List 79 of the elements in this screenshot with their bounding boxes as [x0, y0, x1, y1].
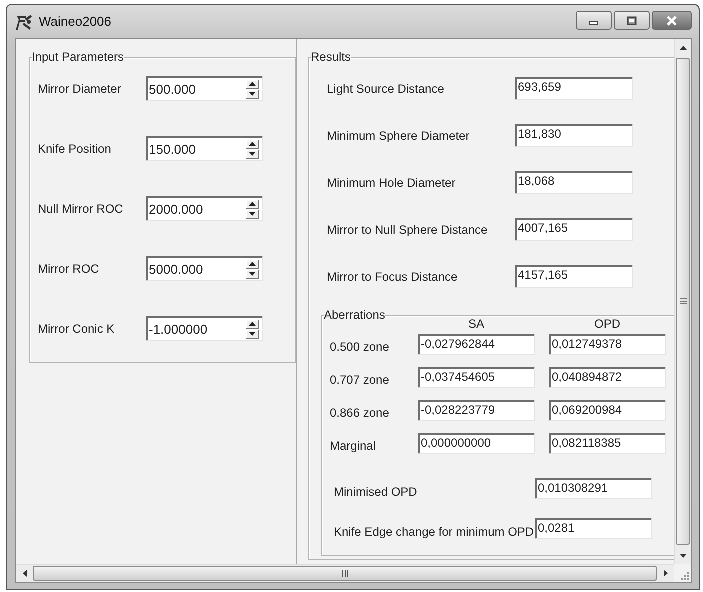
- down-arrow-icon: [249, 92, 256, 96]
- number-field[interactable]: 150.000: [146, 136, 263, 161]
- down-arrow-icon: [249, 212, 256, 216]
- up-arrow-icon: [249, 142, 256, 146]
- minimize-button[interactable]: [576, 11, 612, 30]
- resize-grip-icon: [680, 571, 689, 580]
- field-label: Minimum Hole Diameter: [327, 176, 457, 190]
- field-label: Mirror to Null Sphere Distance: [327, 222, 489, 236]
- scroll-thumb[interactable]: [676, 58, 690, 545]
- number-field[interactable]: 693,659: [515, 77, 633, 100]
- number-field[interactable]: 2000.000: [146, 196, 263, 221]
- scroll-up-icon: [680, 46, 686, 50]
- number-field[interactable]: -1.000000: [146, 316, 263, 341]
- field-label: Light Source Distance: [327, 82, 446, 96]
- group-title: Input Parameters: [32, 50, 124, 64]
- column-header: SA: [467, 316, 486, 330]
- field-label: Knife Position: [38, 142, 112, 156]
- maximize-button[interactable]: [614, 11, 650, 30]
- number-field[interactable]: -0,027962844: [418, 334, 535, 355]
- number-field[interactable]: 0,0281: [535, 518, 652, 539]
- number-field[interactable]: 18,068: [515, 171, 633, 194]
- window-title: Waineo2006: [39, 14, 112, 29]
- maximize-icon: [626, 16, 638, 26]
- close-icon: [666, 16, 678, 26]
- up-arrow-icon: [249, 322, 256, 326]
- row-label: 0.866 zone: [330, 404, 390, 420]
- number-field[interactable]: 0,010308291: [535, 478, 652, 499]
- horizontal-scrollbar[interactable]: [16, 564, 674, 582]
- field-label: Mirror ROC: [38, 262, 100, 276]
- number-field[interactable]: 0,012749378: [549, 334, 666, 355]
- field-label: Knife Edge change for minimum OPD: [334, 525, 535, 539]
- number-field[interactable]: 500.000: [146, 76, 263, 101]
- spin-down-button[interactable]: [246, 270, 259, 278]
- spin-down-button[interactable]: [246, 330, 259, 338]
- number-field[interactable]: 5000.000: [146, 256, 263, 281]
- number-field[interactable]: 0,000000000: [418, 433, 535, 454]
- number-field[interactable]: 4157,165: [515, 265, 633, 288]
- scroll-right-icon: [664, 570, 668, 577]
- spin-down-button[interactable]: [246, 210, 259, 218]
- number-field[interactable]: 4007,165: [515, 218, 633, 241]
- up-arrow-icon: [249, 202, 256, 206]
- scroll-left-icon: [22, 570, 26, 577]
- number-field[interactable]: 0,069200984: [549, 400, 666, 421]
- down-arrow-icon: [249, 332, 256, 336]
- spin-up-button[interactable]: [246, 200, 259, 208]
- up-arrow-icon: [249, 262, 256, 266]
- row-label: 0.707 zone: [330, 372, 390, 386]
- field-label: Null Mirror ROC: [38, 202, 124, 216]
- spin-down-button[interactable]: [246, 150, 259, 158]
- field-label: Mirror to Focus Distance: [327, 270, 459, 284]
- spin-up-button[interactable]: [246, 140, 259, 148]
- down-arrow-icon: [249, 152, 256, 156]
- number-field[interactable]: -0,037454605: [418, 367, 535, 388]
- spin-up-button[interactable]: [246, 320, 259, 328]
- grip-icon: [342, 570, 348, 577]
- spin-down-button[interactable]: [246, 90, 259, 98]
- grip-icon: [680, 298, 686, 305]
- up-arrow-icon: [249, 82, 256, 86]
- down-arrow-icon: [249, 272, 256, 276]
- column-header: OPD: [593, 316, 622, 330]
- scroll-thumb[interactable]: [33, 566, 657, 581]
- close-button[interactable]: [652, 11, 692, 30]
- number-field[interactable]: 0,040894872: [549, 367, 666, 388]
- vertical-scrollbar[interactable]: [674, 39, 691, 564]
- number-field[interactable]: 181,830: [515, 124, 633, 147]
- field-label: Minimised OPD: [334, 485, 418, 499]
- spin-up-button[interactable]: [246, 260, 259, 268]
- field-label: Mirror Diameter: [38, 82, 122, 96]
- row-label: 0.500 zone: [330, 338, 390, 354]
- row-label: Marginal: [330, 438, 378, 452]
- app-icon: [15, 12, 33, 30]
- scroll-down-icon: [680, 554, 686, 558]
- field-label: Minimum Sphere Diameter: [327, 128, 471, 142]
- group-title: Aberrations: [324, 308, 386, 322]
- field-label: Mirror Conic K: [38, 322, 116, 336]
- number-field[interactable]: 0,082118385: [549, 433, 666, 454]
- spin-up-button[interactable]: [246, 80, 259, 88]
- group-title: Results: [311, 50, 352, 64]
- number-field[interactable]: -0,028223779: [418, 400, 535, 421]
